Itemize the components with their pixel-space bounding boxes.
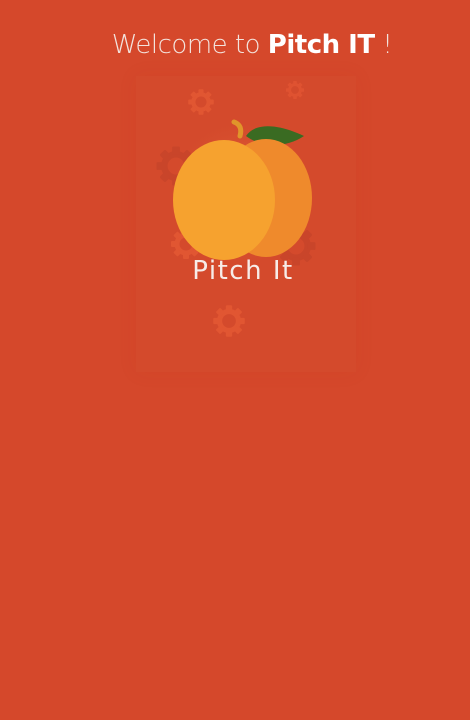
app-name: Pitch It [192,256,294,286]
gear-icon [284,79,306,101]
gear-icon [188,89,214,115]
gear-icon [213,305,245,337]
splash-artwork [136,79,320,372]
welcome-suffix: ! [374,30,393,60]
welcome-prefix: Welcome to [111,30,268,60]
splash-screen: Welcome to Pitch IT ! Pitch It [0,0,470,720]
brand-name: Pitch IT [267,30,375,60]
welcome-heading: Welcome to Pitch IT ! [0,30,470,60]
